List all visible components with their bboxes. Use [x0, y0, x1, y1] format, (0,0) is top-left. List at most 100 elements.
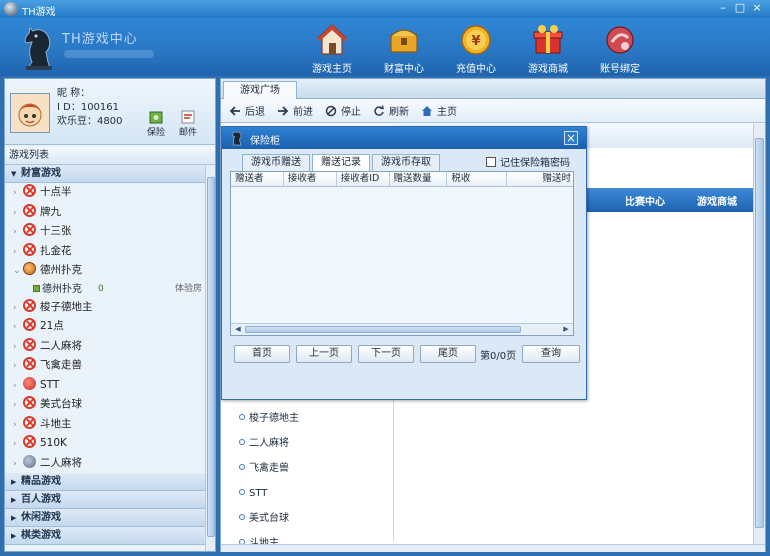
game-label: 德州扑克: [40, 264, 82, 276]
scrollbar-thumb[interactable]: [207, 177, 215, 537]
mail-button[interactable]: 邮件: [177, 109, 199, 138]
nav-wealth-center[interactable]: 财富中心: [368, 20, 440, 75]
content-hscrollbar[interactable]: [221, 544, 765, 552]
col-tax[interactable]: 税收: [447, 172, 508, 186]
category-hundred-games[interactable]: ▶ 百人游戏: [5, 491, 205, 509]
nickname-label: 昵 称：: [57, 88, 91, 99]
expand-arrow-icon: ▶: [11, 532, 17, 540]
nav-game-mall-link[interactable]: 游戏商城: [681, 193, 753, 208]
category-wealth-games[interactable]: ▼ 财富游戏: [5, 165, 205, 183]
back-button[interactable]: 后退: [229, 103, 265, 118]
game-list-scrollbar[interactable]: [205, 165, 215, 551]
game-tree: ▼ 财富游戏 › 十点半 › 牌九 › 十三张 › 扎金花 ⌄ 德州扑克 德州扑克 0 体验房 …: [5, 165, 205, 553]
refresh-button[interactable]: 刷新: [373, 103, 409, 118]
nav-match-center[interactable]: 比赛中心: [609, 193, 681, 208]
game-label: 二人麻将: [40, 456, 82, 469]
game-label: 牌九: [40, 205, 61, 218]
game-item[interactable]: › 二人麻将: [5, 337, 205, 357]
first-page-button[interactable]: 首页: [234, 345, 290, 363]
table-hscrollbar[interactable]: ◀ ▶: [231, 323, 573, 335]
tab-coin-gift[interactable]: 游戏币赠送: [242, 154, 310, 171]
col-sender[interactable]: 赠送者: [231, 172, 284, 186]
profile-info: 昵 称： I D：100161 欢乐豆：4800: [57, 87, 122, 129]
forward-button[interactable]: 前进: [277, 103, 313, 118]
avatar-face-icon: [11, 94, 49, 132]
last-page-button[interactable]: 尾页: [420, 345, 476, 363]
game-item[interactable]: › 飞禽走兽: [5, 356, 205, 376]
nav-account-bind[interactable]: 账号绑定: [584, 20, 656, 75]
game-item[interactable]: › 扎金花: [5, 242, 205, 262]
game-item[interactable]: › 美式台球: [5, 395, 205, 415]
quick-link[interactable]: 美式台球: [239, 506, 299, 531]
chevron-right-icon: ›: [13, 246, 17, 257]
game-label: 梭子德地主: [40, 300, 93, 313]
scrollbar-thumb[interactable]: [245, 326, 521, 333]
scroll-left-icon[interactable]: ◀: [233, 325, 243, 334]
quick-link-label: 美式台球: [249, 513, 289, 524]
game-item[interactable]: › 梭子德地主: [5, 298, 205, 318]
checkbox-box[interactable]: [486, 156, 496, 167]
game-item[interactable]: › STT: [5, 376, 205, 396]
avatar[interactable]: [10, 93, 50, 133]
game-item[interactable]: › 十三张: [5, 222, 205, 242]
quick-game-links: 梭子德地主 二人麻将 飞禽走兽 STT 美式台球 斗地主: [239, 406, 299, 556]
prev-page-button[interactable]: 上一页: [296, 345, 352, 363]
game-status-icon: [23, 242, 36, 256]
safe-button[interactable]: 保险: [145, 109, 167, 138]
close-icon[interactable]: ×: [564, 131, 578, 145]
query-button[interactable]: 查询: [522, 345, 580, 363]
nav-recharge-center[interactable]: ¥ 充值中心: [440, 20, 512, 75]
safe-icon: [149, 111, 163, 124]
scrollbar-thumb[interactable]: [755, 138, 764, 528]
home-label: 主页: [437, 107, 457, 118]
stop-button[interactable]: 停止: [325, 103, 361, 118]
scroll-right-icon[interactable]: ▶: [561, 325, 571, 334]
id-label: I D：: [57, 102, 81, 113]
minimize-icon[interactable]: –: [716, 2, 730, 15]
nav-game-mall[interactable]: 游戏商城: [512, 20, 584, 75]
game-room[interactable]: 德州扑克 0 体验房: [5, 281, 205, 298]
category-premium-games[interactable]: ▶ 精品游戏: [5, 473, 205, 491]
chess-knight-logo-icon: [24, 26, 52, 70]
col-amount[interactable]: 赠送数量: [390, 172, 448, 186]
col-time[interactable]: 赠送时: [507, 172, 573, 186]
home-button[interactable]: 主页: [421, 103, 457, 118]
tab-coin-deposit[interactable]: 游戏币存取: [372, 154, 440, 171]
game-item[interactable]: › 二人麻将: [5, 454, 205, 474]
game-status-icon: [23, 223, 36, 236]
close-window-icon[interactable]: ×: [750, 2, 764, 15]
beans-row: 欢乐豆：4800: [57, 115, 122, 129]
tab-gift-records[interactable]: 赠送记录: [312, 154, 370, 171]
game-item[interactable]: › 牌九: [5, 203, 205, 223]
quick-link[interactable]: 梭子德地主: [239, 406, 299, 431]
quick-link-label: 飞禽走兽: [249, 463, 289, 474]
quick-link[interactable]: 飞禽走兽: [239, 456, 299, 481]
nav-label: 充值中心: [456, 64, 496, 75]
col-receiver[interactable]: 接收者: [284, 172, 337, 186]
content-scrollbar[interactable]: [753, 124, 765, 544]
remember-password-checkbox[interactable]: 记住保险箱密码: [486, 154, 570, 169]
quick-link-label: 二人麻将: [249, 438, 289, 449]
game-item[interactable]: › 十点半: [5, 183, 205, 203]
nav-game-home[interactable]: 游戏主页: [296, 20, 368, 75]
window-controls: – □ ×: [716, 2, 764, 15]
col-receiver-id[interactable]: 接收者ID: [337, 172, 390, 186]
category-casual-games[interactable]: ▶ 休闲游戏: [5, 509, 205, 527]
tab-game-plaza[interactable]: 游戏广场: [223, 81, 297, 99]
game-item[interactable]: › 21点: [5, 317, 205, 337]
category-chess-games[interactable]: ▶ 棋类游戏: [5, 527, 205, 545]
category-label: 精品游戏: [21, 476, 61, 487]
chevron-down-icon: ⌄: [13, 266, 21, 276]
maximize-icon[interactable]: □: [733, 2, 747, 15]
refresh-label: 刷新: [389, 107, 409, 118]
game-status-icon: [23, 318, 36, 331]
game-item[interactable]: › 510K: [5, 434, 205, 454]
game-item-expanded[interactable]: ⌄ 德州扑克: [5, 261, 205, 281]
home-small-icon: [422, 105, 432, 116]
game-item[interactable]: › 斗地主: [5, 415, 205, 435]
quick-link[interactable]: 二人麻将: [239, 431, 299, 456]
next-page-button[interactable]: 下一页: [358, 345, 414, 363]
chess-knight-icon: [232, 131, 242, 146]
pager: 首页 上一页 下一页 尾页 第0/0页 查询: [234, 345, 582, 365]
quick-link[interactable]: STT: [239, 481, 299, 506]
